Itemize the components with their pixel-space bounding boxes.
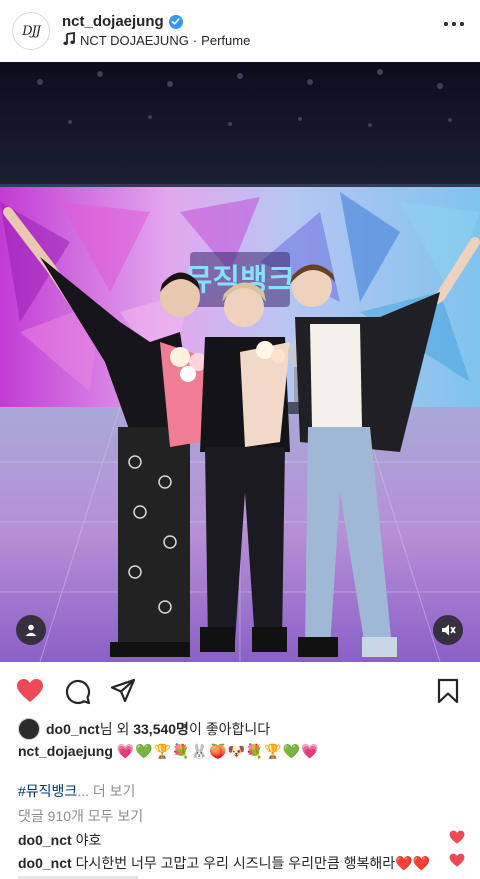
share-icon[interactable] (108, 676, 138, 706)
more-link[interactable]: 더 보기 (89, 783, 136, 799)
hashtag-link[interactable]: #뮤직뱅크 (18, 783, 77, 799)
liker-avatar (18, 718, 40, 740)
comment-hearts: ❤️❤️ (395, 855, 431, 871)
caption-username[interactable]: nct_dojaejung (18, 743, 113, 759)
caption: nct_dojaejung 💗💚🏆💐🐰🍑🐶💐🏆💚💗 (18, 743, 320, 760)
bookmark-icon[interactable] (433, 676, 463, 706)
comment-heart-icon[interactable] (449, 830, 465, 846)
username[interactable]: nct_dojaejung (62, 13, 164, 30)
more-options-icon[interactable] (444, 22, 464, 26)
action-bar (0, 662, 480, 720)
audio-track: Perfume (201, 33, 251, 48)
comment-heart-icon[interactable] (449, 853, 465, 869)
stage-photo-illustration: 뮤직뱅크 (0, 62, 480, 662)
view-all-comments-link[interactable]: 댓글 910개 모두 보기 (18, 806, 143, 826)
heart-filled-icon[interactable] (15, 676, 45, 706)
muted-speaker-icon[interactable] (433, 615, 463, 645)
verified-badge-icon (168, 14, 183, 29)
likes-row[interactable]: do0_nct님 외 33,540명이 좋아합니다 (18, 718, 270, 740)
user-tag-icon[interactable] (16, 615, 46, 645)
user-block: nct_dojaejung NCT DOJAEJUNG · Perfume (62, 13, 250, 49)
comment: do0_nct 야호 (18, 830, 101, 850)
likes-count: 33,540명 (133, 721, 189, 737)
hashtag-row: #뮤직뱅크... 더 보기 (18, 781, 135, 801)
comment-icon[interactable] (62, 676, 92, 706)
likes-text-before: 님 외 (99, 721, 134, 737)
profile-avatar[interactable]: DJJ (12, 12, 50, 50)
comment-text: 다시한번 너무 고맙고 우리 시즈니들 우리만큼 행복해라 (75, 855, 396, 871)
comment-username[interactable]: do0_nct (18, 832, 72, 848)
username-row: nct_dojaejung (62, 13, 250, 30)
liker-username[interactable]: do0_nct (46, 721, 100, 737)
audio-row[interactable]: NCT DOJAEJUNG · Perfume (62, 31, 251, 49)
post-photo[interactable]: 뮤직뱅크 (0, 62, 480, 662)
audio-separator: · (192, 33, 198, 48)
comment: do0_nct 다시한번 너무 고맙고 우리 시즈니들 우리만큼 행복해라❤️❤… (18, 853, 430, 873)
comment-username[interactable]: do0_nct (18, 855, 72, 871)
audio-artist: NCT DOJAEJUNG (80, 33, 189, 48)
comment-text: 야호 (75, 832, 102, 848)
post-header: DJJ nct_dojaejung NCT DOJAEJUNG · Perfum… (0, 0, 480, 62)
likes-text-after: 이 좋아합니다 (188, 721, 271, 737)
caption-emojis: 💗💚🏆💐🐰🍑🐶💐🏆💚💗 (116, 744, 320, 760)
caption-truncation: ... (77, 783, 89, 799)
music-note-icon (62, 31, 76, 49)
avatar-logo: DJJ (22, 23, 41, 39)
